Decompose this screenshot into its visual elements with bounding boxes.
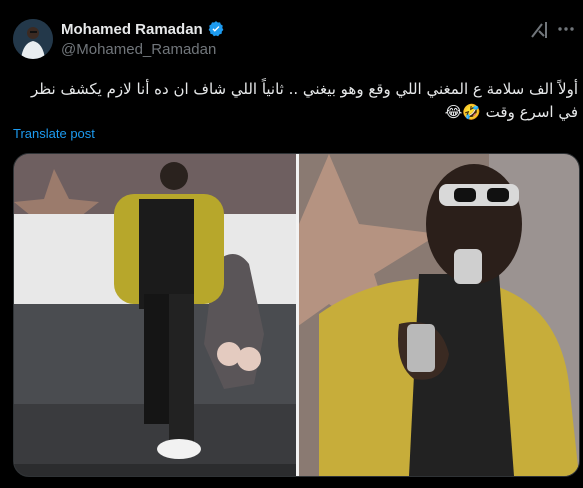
more-options-icon bbox=[558, 27, 574, 31]
avatar-image bbox=[13, 19, 53, 59]
media-image-right[interactable] bbox=[299, 154, 579, 476]
media-image-left[interactable] bbox=[14, 154, 296, 476]
author-avatar[interactable] bbox=[13, 19, 53, 59]
translate-post-link[interactable]: Translate post bbox=[13, 126, 95, 141]
more-options-button[interactable] bbox=[556, 19, 576, 39]
tweet-text: أولاً الف سلامة ع المغني اللي وقع وهو بي… bbox=[30, 80, 578, 121]
author-handle[interactable]: @Mohamed_Ramadan bbox=[61, 41, 216, 58]
performer-full-body-image bbox=[14, 154, 296, 476]
verified-badge-icon bbox=[208, 21, 224, 37]
grok-button[interactable] bbox=[528, 19, 550, 41]
performer-closeup-image bbox=[299, 154, 579, 476]
grok-icon bbox=[531, 22, 547, 38]
author-display-name[interactable]: Mohamed Ramadan bbox=[61, 21, 203, 38]
tweet-media[interactable] bbox=[13, 153, 580, 477]
